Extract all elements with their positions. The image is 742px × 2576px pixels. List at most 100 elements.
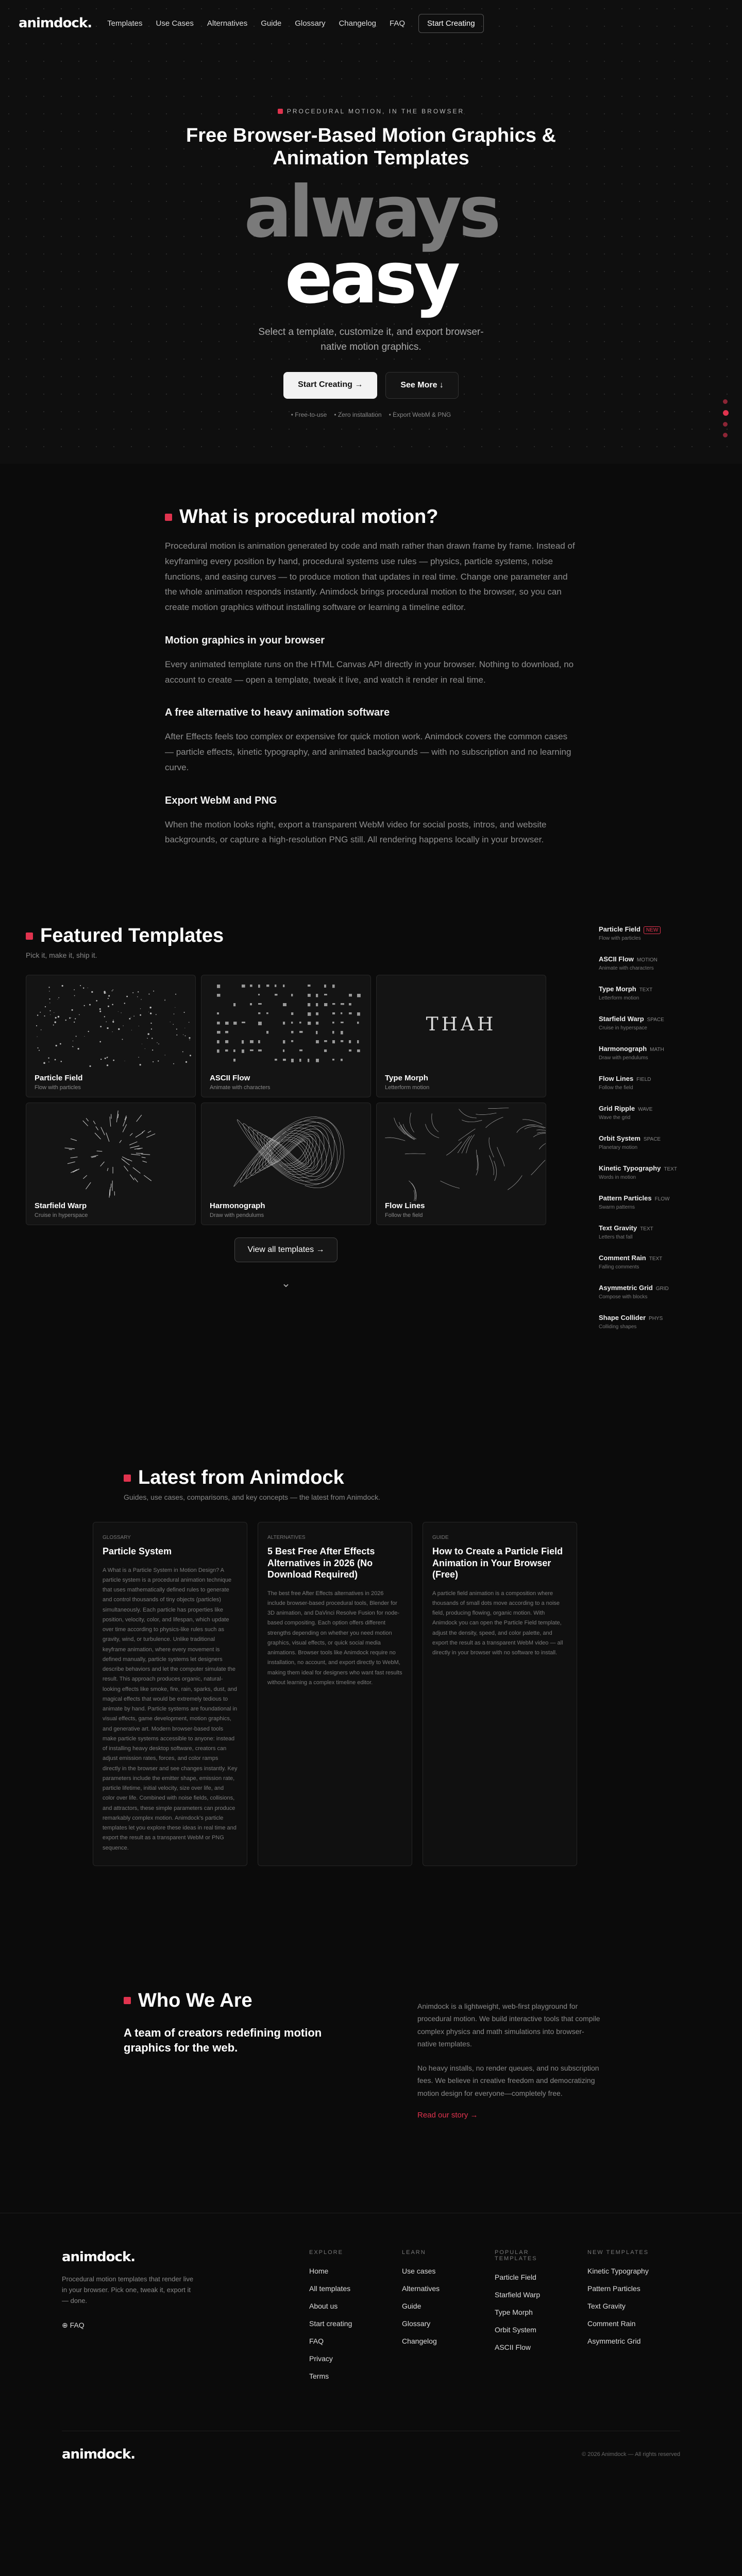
particle-dot <box>74 995 75 996</box>
logo[interactable]: animdock. <box>19 15 92 31</box>
nav-start-creating-button[interactable]: Start Creating <box>418 13 484 33</box>
sidebar-template-item[interactable]: ASCII Flow MOTION Animate with characters <box>599 955 702 971</box>
footer-link[interactable]: Changelog <box>402 2337 464 2345</box>
footer-link[interactable]: Privacy <box>309 2354 371 2363</box>
footer-column: NEW TEMPLATES Kinetic Typography Pattern P… <box>587 2249 649 2389</box>
hero-meta-item: • Free-to-use <box>291 411 327 419</box>
blog-post-card[interactable]: GLOSSARY Particle System A What is a Par… <box>93 1522 247 1866</box>
footer-link[interactable]: Starfield Warp <box>495 2291 556 2299</box>
sidebar-template-item[interactable]: Particle Field NEW Flow with particles <box>599 925 702 941</box>
footer-link[interactable]: Comment Rain <box>587 2319 649 2328</box>
footer-link[interactable]: Orbit System <box>495 2326 556 2334</box>
blog-post-card[interactable]: ALTERNATIVES 5 Best Free After Effects A… <box>258 1522 412 1866</box>
particle-dot <box>80 985 81 987</box>
nav-link-use-cases[interactable]: Use Cases <box>156 19 194 28</box>
template-card-particle-field[interactable]: Particle Field Flow with particles <box>26 975 196 1097</box>
footer-link[interactable]: Alternatives <box>402 2284 464 2293</box>
ascii-glyph <box>316 994 318 997</box>
footer-link[interactable]: Kinetic Typography <box>587 2267 649 2275</box>
nav-link-changelog[interactable]: Changelog <box>339 19 376 28</box>
footer-link[interactable]: Start creating <box>309 2319 371 2328</box>
footer-link[interactable]: ASCII Flow <box>495 2343 556 2351</box>
footer-link[interactable]: Pattern Particles <box>587 2284 649 2293</box>
sidebar-template-item[interactable]: Text Gravity TEXT Letters that fall <box>599 1224 702 1240</box>
sidebar-template-tag: MATH <box>650 1047 664 1053</box>
read-our-story-link[interactable]: Read our story → <box>417 2111 478 2120</box>
pager-dot-active[interactable] <box>723 410 729 416</box>
template-card-ascii-flow[interactable]: ASCII Flow Animate with characters <box>201 975 371 1097</box>
type-morph-preview: THAH <box>377 975 546 1073</box>
particle-dot <box>44 1006 46 1008</box>
particle-dot <box>150 1022 152 1024</box>
ascii-glyph <box>258 1022 262 1025</box>
footer-link[interactable]: Type Morph <box>495 2308 556 2316</box>
pager-dot[interactable] <box>723 433 728 437</box>
footer-link[interactable]: FAQ <box>309 2337 371 2345</box>
sidebar-template-item[interactable]: Orbit System SPACE Planetary motion <box>599 1134 702 1150</box>
sidebar-template-item[interactable]: Grid Ripple WAVE Wave the grid <box>599 1104 702 1121</box>
footer-link[interactable]: All templates <box>309 2284 371 2293</box>
accent-square-icon <box>165 513 172 521</box>
nav-link-alternatives[interactable]: Alternatives <box>207 19 247 28</box>
sidebar-template-item[interactable]: Kinetic Typography TEXT Words in motion <box>599 1164 702 1180</box>
particle-dot <box>54 1059 56 1061</box>
nav-link-guide[interactable]: Guide <box>261 19 281 28</box>
template-card-flow-lines[interactable]: Flow Lines Follow the field <box>376 1103 546 1225</box>
particle-dot <box>104 1057 106 1059</box>
sidebar-template-subtitle: Cruise in hyperspace <box>599 1025 647 1031</box>
intro-title-text: What is procedural motion? <box>179 506 439 528</box>
sidebar-template-item[interactable]: Harmonograph MATH Draw with pendulums <box>599 1044 702 1061</box>
template-card-starfield-warp[interactable]: Starfield Warp Cruise in hyperspace <box>26 1103 196 1225</box>
sidebar-template-item[interactable]: Starfield Warp SPACE Cruise in hyperspace <box>599 1014 702 1031</box>
nav-link-glossary[interactable]: Glossary <box>295 19 325 28</box>
footer-faq-link[interactable]: ⊕ FAQ <box>62 2321 309 2330</box>
ascii-glyph <box>299 1059 301 1062</box>
footer-link[interactable]: Text Gravity <box>587 2302 649 2310</box>
sidebar-template-item[interactable]: Asymmetric Grid GRID Compose with blocks <box>599 1283 702 1300</box>
nav-link-templates[interactable]: Templates <box>107 19 142 28</box>
flow-line <box>489 1155 494 1176</box>
nav-link-faq[interactable]: FAQ <box>390 19 405 28</box>
post-title[interactable]: 5 Best Free After Effects Alternatives i… <box>267 1546 402 1581</box>
particle-dot <box>75 1018 76 1020</box>
footer-link[interactable]: Home <box>309 2267 371 2275</box>
post-title[interactable]: Particle System <box>103 1546 238 1557</box>
star-streak <box>130 1145 140 1148</box>
sidebar-template-item[interactable]: Comment Rain TEXT Falling comments <box>599 1253 702 1270</box>
star-streak <box>136 1153 143 1154</box>
footer-link[interactable]: Asymmetric Grid <box>587 2337 649 2345</box>
particle-dot <box>118 1028 120 1030</box>
ascii-glyph <box>217 1022 220 1025</box>
star-streak <box>134 1177 138 1182</box>
sidebar-template-item[interactable]: Pattern Particles FLOW Swarm patterns <box>599 1194 702 1210</box>
footer-logo[interactable]: animdock. <box>62 2249 294 2265</box>
start-creating-button[interactable]: Start Creating → <box>283 372 378 399</box>
footer-link[interactable]: About us <box>309 2302 371 2310</box>
footer-link[interactable]: Particle Field <box>495 2273 556 2281</box>
flow-line <box>522 1119 543 1125</box>
chevron-down-icon[interactable]: ⌄ <box>26 1277 546 1290</box>
footer-link[interactable]: Use cases <box>402 2267 464 2275</box>
view-all-templates-button[interactable]: View all templates → <box>234 1238 338 1262</box>
flow-line <box>446 1141 462 1156</box>
pager-dot[interactable] <box>723 399 728 404</box>
footer-link[interactable]: Guide <box>402 2302 464 2310</box>
footer-link[interactable]: Glossary <box>402 2319 464 2328</box>
post-title[interactable]: How to Create a Particle Field Animation… <box>432 1546 567 1581</box>
particle-dot <box>37 1014 39 1016</box>
template-card-harmonograph[interactable]: Harmonograph Draw with pendulums <box>201 1103 371 1225</box>
pager-dot[interactable] <box>723 422 728 427</box>
harmonograph-preview <box>233 1116 344 1189</box>
template-card-type-morph[interactable]: THAH Type Morph Letterform motion <box>376 975 546 1097</box>
sidebar-template-item[interactable]: Type Morph TEXT Letterform motion <box>599 985 702 1001</box>
ascii-glyph <box>316 1012 319 1015</box>
footer-link[interactable]: Terms <box>309 2372 371 2380</box>
blog-post-card[interactable]: GUIDE How to Create a Particle Field Ani… <box>423 1522 577 1866</box>
see-more-button[interactable]: See More ↓ <box>385 372 459 399</box>
sidebar-template-subtitle: Follow the field <box>599 1085 633 1091</box>
footer-bottom-logo[interactable]: animdock. <box>62 2447 136 2462</box>
sidebar-template-item[interactable]: Flow Lines FIELD Follow the field <box>599 1074 702 1091</box>
particle-dot <box>126 995 128 997</box>
particle-dot <box>133 1015 134 1017</box>
sidebar-template-item[interactable]: Shape Collider PHYS Colliding shapes <box>599 1313 702 1330</box>
